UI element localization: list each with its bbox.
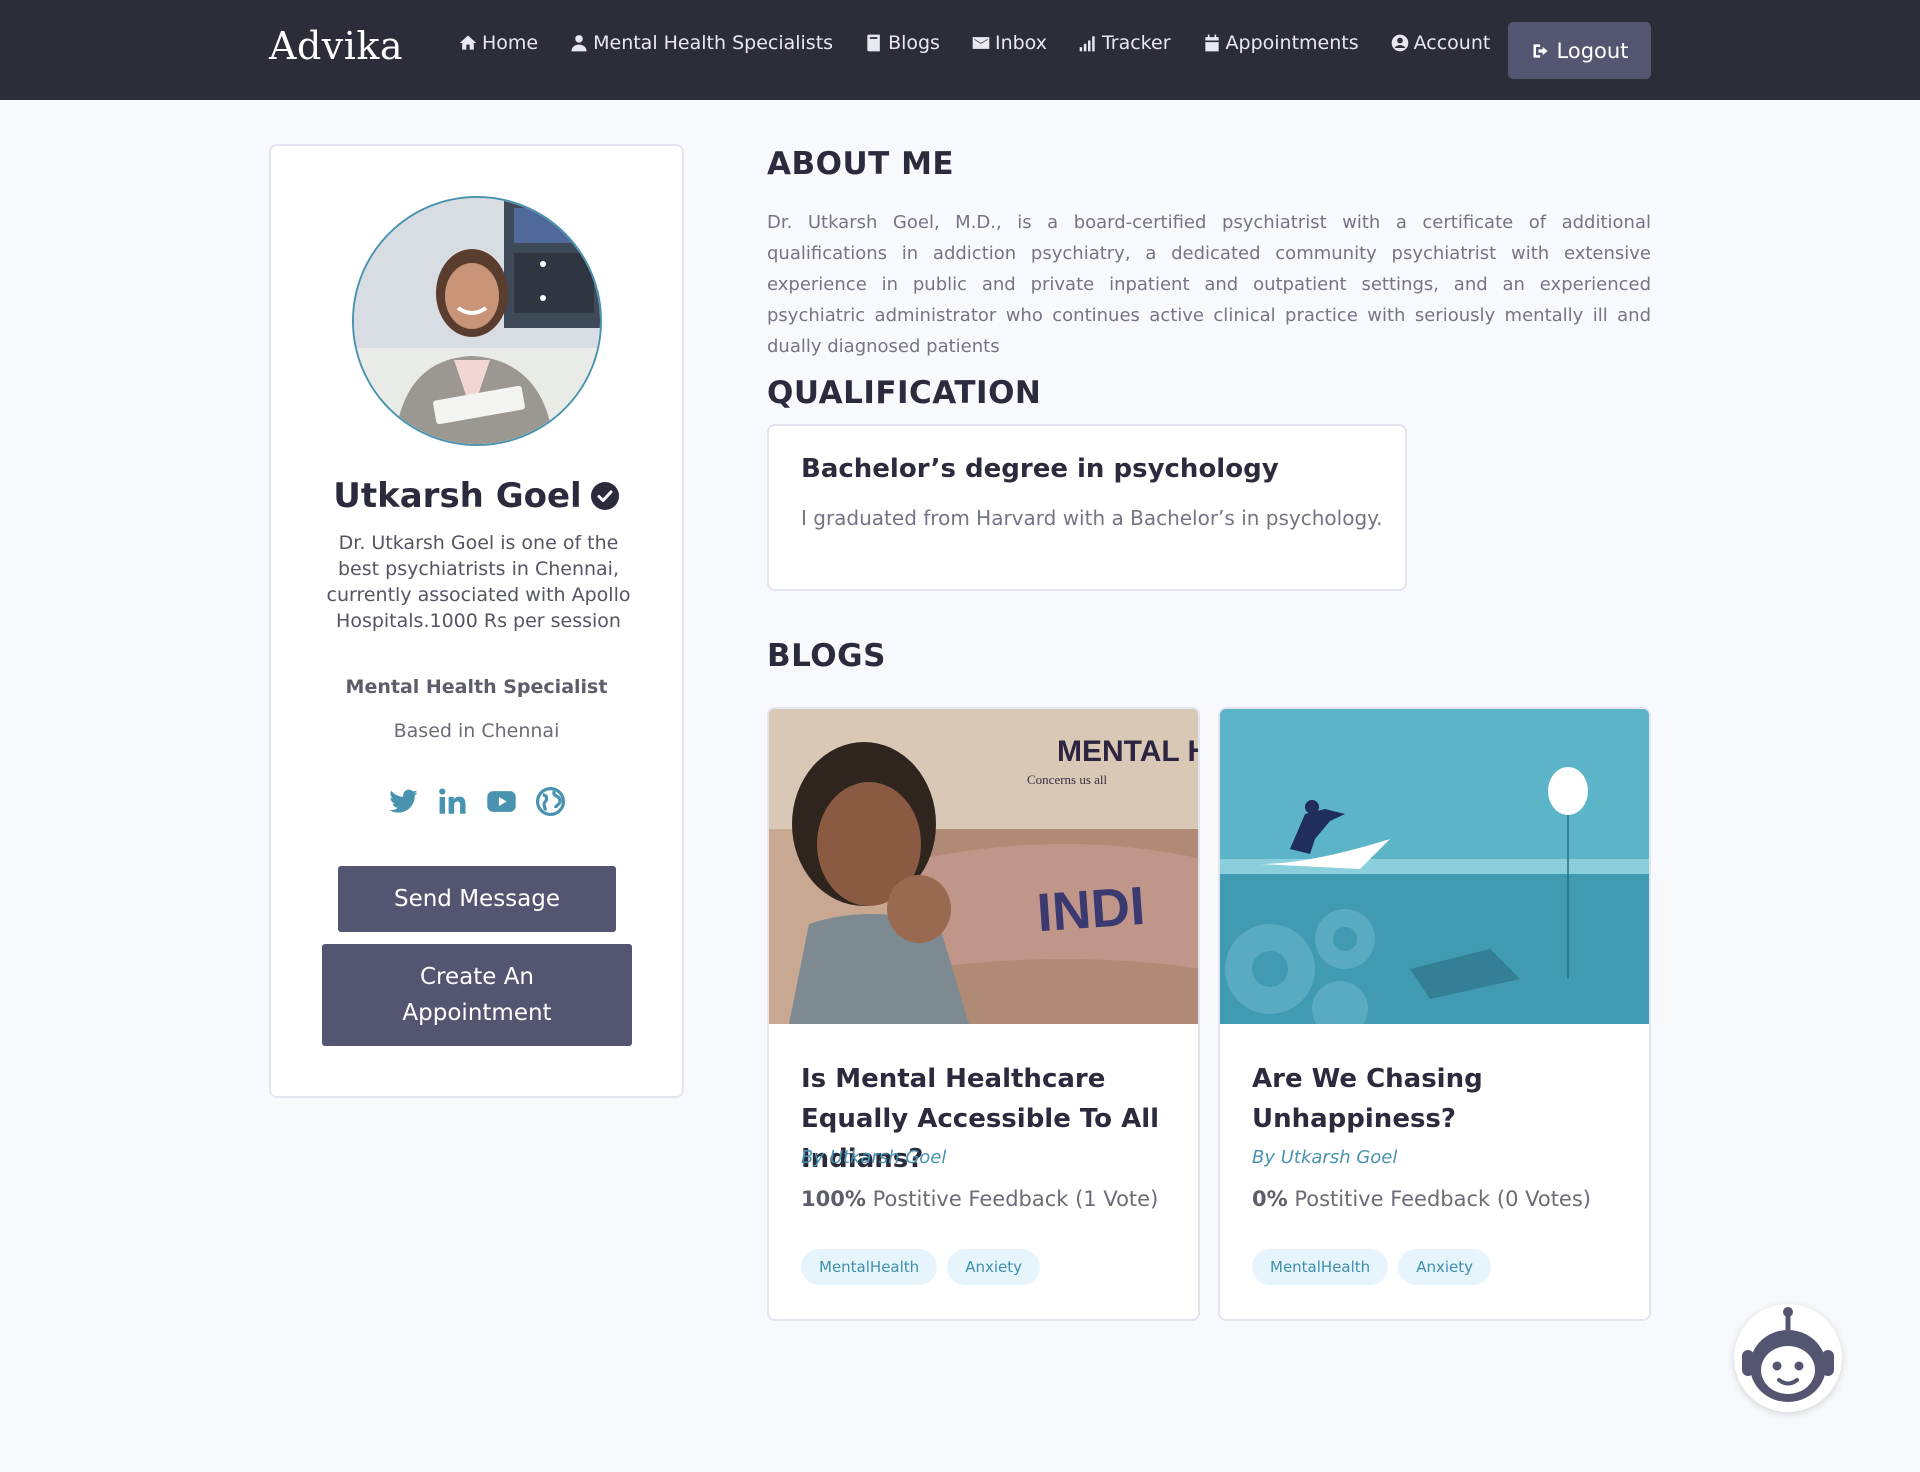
blog-image-text: INDI <box>1035 876 1147 943</box>
linkedin-icon[interactable] <box>437 786 468 817</box>
verified-check-icon <box>590 482 619 510</box>
nav-item-label: Account <box>1413 32 1491 54</box>
nav-item-mental-health-specialists[interactable]: Mental Health Specialists <box>569 32 833 54</box>
profile-name-text: Utkarsh Goel <box>333 476 582 516</box>
qualification-title: Bachelor’s degree in psychology <box>801 454 1279 484</box>
blog-tags: MentalHealth Anxiety <box>1252 1249 1491 1285</box>
youtube-icon[interactable] <box>486 786 517 817</box>
nav-item-label: Blogs <box>888 32 940 54</box>
calendar-icon <box>1204 34 1219 52</box>
chatbot-button[interactable] <box>1734 1304 1842 1412</box>
nav-item-inbox[interactable]: Inbox <box>971 32 1047 54</box>
navbar: Advika Home Mental Health Specialists Bl… <box>0 0 1920 100</box>
feedback-percentage: 0% <box>1252 1187 1288 1211</box>
tag-anxiety[interactable]: Anxiety <box>1398 1249 1491 1285</box>
nav-item-account[interactable]: Account <box>1390 32 1491 54</box>
profile-bio: Dr. Utkarsh Goel is one of the best psyc… <box>326 532 631 632</box>
blog-image-subtitle: Concerns us all <box>1027 772 1108 787</box>
profile-location: Based in Chennai <box>393 720 560 742</box>
blog-image <box>1220 709 1649 1024</box>
user-doctor-icon <box>571 35 587 52</box>
robot-icon <box>1742 1307 1834 1402</box>
tag-mentalhealth[interactable]: MentalHealth <box>1252 1249 1389 1285</box>
profile-name: Utkarsh Goel <box>271 476 682 516</box>
feedback-text: Postitive Feedback (0 Votes) <box>1287 1187 1591 1211</box>
avatar <box>352 196 602 446</box>
feedback-text: Postitive Feedback (1 Vote) <box>865 1187 1159 1211</box>
brand-logo[interactable]: Advika <box>269 24 403 68</box>
blog-card[interactable]: Are We Chasing Unhappiness? By Utkarsh G… <box>1218 707 1651 1321</box>
about-heading: ABOUT ME <box>767 146 955 182</box>
nav-item-label: Inbox <box>994 32 1047 54</box>
blog-image: MENTAL HEAL Concerns us all INDI <box>769 709 1198 1024</box>
qualification-card: Bachelor’s degree in psychology I gradua… <box>767 424 1407 591</box>
logout-label: Logout <box>1556 38 1629 63</box>
blog-author: By Utkarsh Goel <box>801 1147 947 1168</box>
user-circle-icon <box>1391 34 1408 52</box>
nav-item-home[interactable]: Home <box>458 32 538 54</box>
social-links <box>271 786 682 817</box>
blog-author: By Utkarsh Goel <box>1252 1147 1398 1168</box>
tag-mentalhealth[interactable]: MentalHealth <box>801 1249 938 1285</box>
book-icon <box>867 34 880 52</box>
blog-feedback: 0% Postitive Feedback (0 Votes) <box>1252 1187 1591 1211</box>
globe-icon[interactable] <box>535 786 566 817</box>
blogs-heading: BLOGS <box>767 638 886 674</box>
nav-item-label: Tracker <box>1101 32 1171 54</box>
home-icon <box>459 35 477 50</box>
sign-out-icon <box>1533 43 1548 58</box>
blog-card[interactable]: MENTAL HEAL Concerns us all INDI Is Ment… <box>767 707 1200 1321</box>
twitter-icon[interactable] <box>388 786 419 817</box>
blog-tags: MentalHealth Anxiety <box>801 1249 1040 1285</box>
envelope-icon <box>972 37 990 49</box>
signal-icon <box>1079 36 1095 52</box>
qualification-heading: QUALIFICATION <box>767 375 1042 411</box>
nav-links: Home Mental Health Specialists Blogs Inb… <box>458 32 1521 54</box>
nav-item-tracker[interactable]: Tracker <box>1078 32 1171 54</box>
send-message-button[interactable]: Send Message <box>338 866 616 932</box>
nav-item-label: Mental Health Specialists <box>593 32 834 54</box>
nav-item-appointments[interactable]: Appointments <box>1202 32 1359 54</box>
tag-anxiety[interactable]: Anxiety <box>947 1249 1040 1285</box>
blog-title[interactable]: Are We Chasing Unhappiness? <box>1252 1059 1632 1139</box>
blog-image-banner: MENTAL HEAL <box>1057 735 1198 768</box>
nav-item-label: Home <box>482 32 539 54</box>
feedback-percentage: 100% <box>801 1187 866 1211</box>
logout-button[interactable]: Logout <box>1508 22 1651 79</box>
qualification-description: I graduated from Harvard with a Bachelor… <box>801 506 1383 530</box>
nav-item-blogs[interactable]: Blogs <box>864 32 940 54</box>
create-appointment-button[interactable]: Create An Appointment <box>322 944 632 1046</box>
profile-card: Utkarsh Goel Dr. Utkarsh Goel is one of … <box>269 144 684 1098</box>
blog-feedback: 100% Postitive Feedback (1 Vote) <box>801 1187 1158 1211</box>
profile-role: Mental Health Specialist <box>345 676 608 698</box>
nav-item-label: Appointments <box>1225 32 1359 54</box>
about-text: Dr. Utkarsh Goel, M.D., is a board-certi… <box>767 212 1651 357</box>
